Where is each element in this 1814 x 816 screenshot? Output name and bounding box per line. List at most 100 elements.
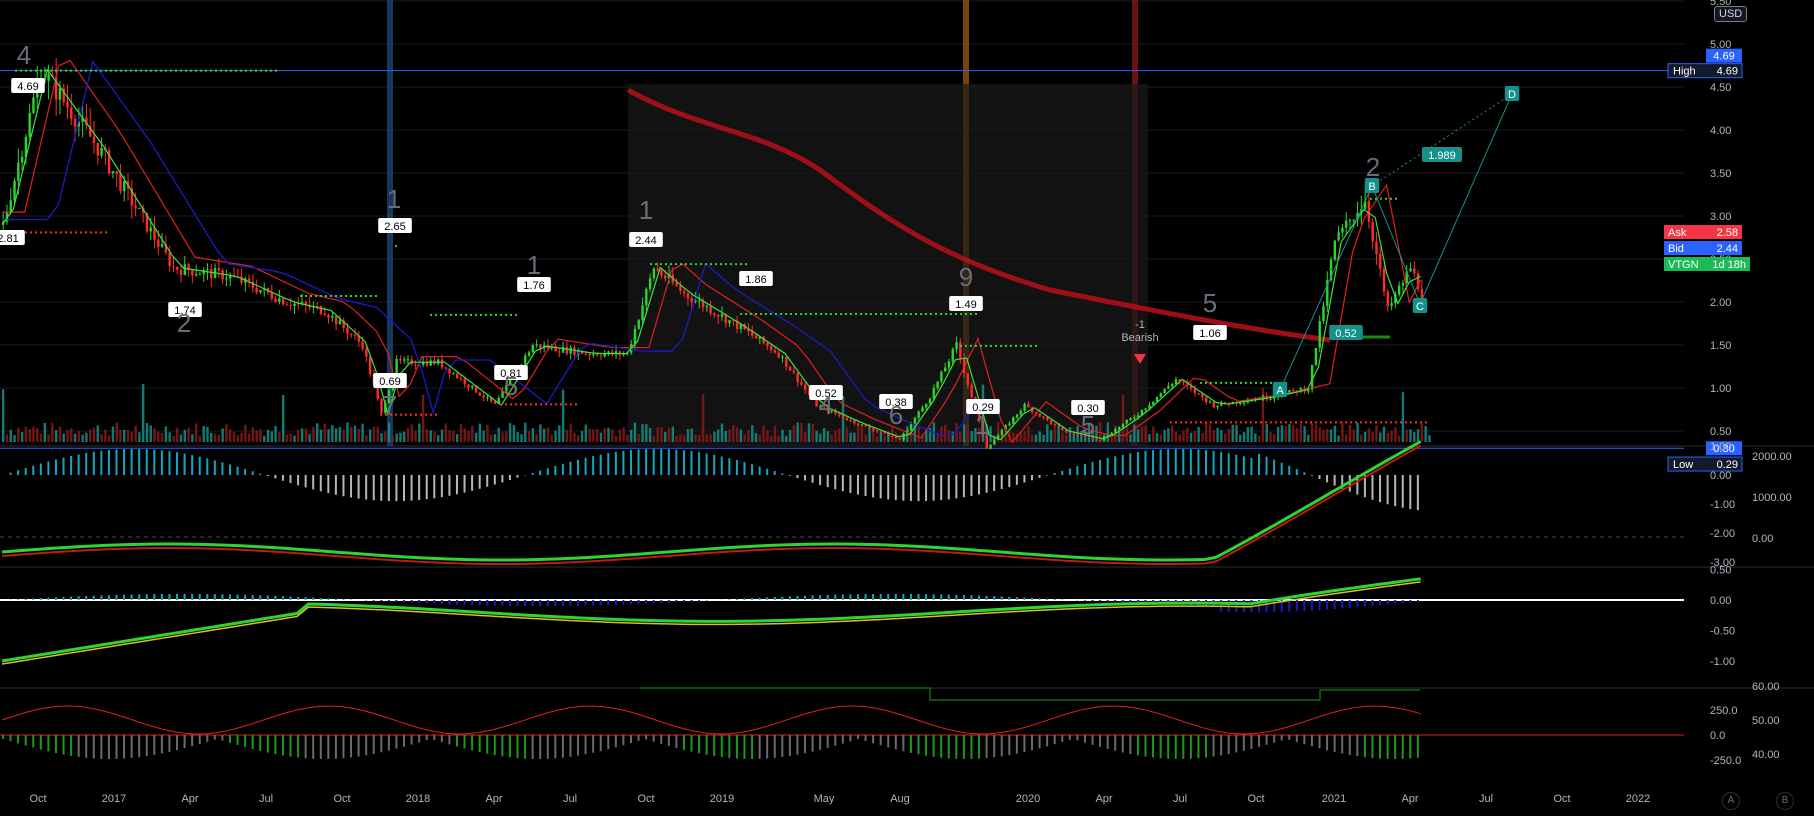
volume-bar — [524, 422, 527, 442]
time-tick-label: Apr — [181, 793, 198, 805]
volume-bar — [584, 424, 587, 442]
osc3-bar — [1394, 735, 1397, 759]
volume-bar — [618, 429, 622, 442]
candle — [403, 356, 406, 364]
osc2-bar — [682, 600, 685, 602]
osc3-bar — [334, 735, 337, 759]
wave-count-label: 9 — [959, 262, 973, 292]
osc1-bar — [1257, 453, 1260, 475]
osc3-bar — [130, 735, 133, 758]
osc1-bar — [1394, 475, 1397, 507]
candle-body — [595, 354, 599, 356]
osc1-bar — [872, 475, 875, 498]
swing-label: 0.52 — [1329, 325, 1363, 340]
volume-bar — [1416, 429, 1420, 442]
osc3-bar — [1371, 735, 1374, 759]
osc3-bar — [183, 735, 186, 749]
osc3-right-tick-label: 40.00 — [1752, 749, 1780, 761]
corner-button-b[interactable]: B — [1776, 792, 1794, 810]
osc1-bar — [629, 450, 632, 475]
candle-body — [921, 407, 924, 412]
osc2-bar — [342, 599, 345, 600]
volume-bar — [1360, 434, 1363, 442]
osc1-bar — [39, 463, 42, 475]
stock-chart[interactable]: 4.692.811.742.650.691.760.812.441.860.52… — [0, 0, 1814, 816]
osc1-bar — [720, 456, 723, 475]
osc1-bar — [319, 475, 322, 492]
candle-body — [455, 373, 459, 379]
osc2-bar — [493, 600, 496, 606]
osc3-bar — [1341, 735, 1344, 754]
volume-bar — [626, 434, 629, 442]
osc3-bar — [917, 735, 920, 755]
osc3-bar — [176, 735, 179, 751]
osc1-bar — [909, 475, 912, 502]
osc1-bar — [826, 475, 829, 488]
candle — [1235, 401, 1238, 407]
osc2-bar — [796, 595, 799, 600]
candle — [448, 368, 451, 379]
volume-bar — [1295, 428, 1299, 442]
osc3-bar — [698, 735, 701, 754]
osc2-bar — [395, 600, 398, 602]
volume-bar — [474, 432, 478, 442]
osc2-bar — [1363, 600, 1366, 607]
osc2-bar — [1401, 600, 1404, 603]
candle — [107, 146, 111, 176]
candle — [1326, 271, 1329, 312]
osc1-bar — [501, 475, 504, 483]
pattern-point-a-label: A — [1276, 385, 1284, 397]
osc1-bar — [1280, 462, 1283, 475]
candle-body — [645, 289, 648, 306]
volume-bar — [168, 432, 171, 442]
volume-bar — [1318, 427, 1321, 442]
osc3-bar — [1333, 735, 1336, 752]
candle-body — [709, 306, 712, 314]
candle — [54, 58, 58, 116]
wave-count-label: 1 — [639, 195, 653, 225]
osc2-bar — [546, 600, 549, 607]
volume-bar — [1197, 426, 1200, 442]
volume-bar — [546, 427, 550, 442]
osc1-bar — [380, 475, 383, 501]
osc1-bar — [1038, 475, 1041, 478]
volume-bar — [300, 428, 304, 442]
candle-body — [875, 430, 879, 432]
volume-bar — [1292, 424, 1295, 442]
osc1-bar — [622, 450, 625, 475]
candle-body — [1167, 386, 1170, 389]
osc3-bar — [1015, 735, 1018, 754]
candle — [210, 264, 213, 287]
osc3-right-tick-label: 50.00 — [1752, 715, 1780, 727]
candle — [1292, 388, 1295, 393]
osc2-bar — [418, 600, 421, 604]
volume-bar — [13, 434, 16, 442]
candle — [111, 170, 115, 179]
osc1-bar — [993, 475, 996, 491]
osc1-bar — [259, 473, 262, 475]
osc1-bar — [728, 458, 731, 475]
osc2-bar — [1288, 600, 1291, 612]
corner-button-a[interactable]: A — [1722, 792, 1740, 810]
volume-bar — [1246, 427, 1250, 442]
osc3-bar — [751, 735, 754, 759]
quote-tag-value: 2.44 — [1717, 243, 1738, 255]
volume-bar — [664, 431, 667, 442]
swing-label: 1.86 — [739, 271, 773, 286]
osc2-bar — [191, 593, 194, 600]
osc1-bar — [418, 475, 421, 501]
volume-bar — [1027, 426, 1030, 442]
volume-bar — [1428, 435, 1431, 442]
candle-body — [1118, 427, 1121, 429]
candle-body — [1292, 389, 1295, 391]
swing-label: 2.81 — [0, 230, 25, 245]
osc2-bar — [39, 598, 42, 600]
osc3-bar — [312, 735, 315, 759]
osc1-right-tick-label: 1000.00 — [1752, 492, 1792, 504]
candle — [92, 121, 96, 154]
osc3-bar — [1106, 735, 1109, 749]
candle-body — [168, 252, 171, 267]
volume-bar — [319, 429, 323, 442]
candle — [1409, 262, 1412, 273]
currency-badge[interactable]: USD — [1714, 6, 1748, 22]
